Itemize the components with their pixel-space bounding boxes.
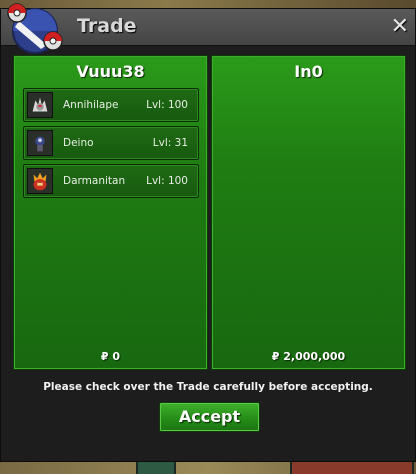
pokemon-slot-2[interactable]: Deino Lvl: 31: [23, 126, 199, 160]
trade-notice: Please check over the Trade carefully be…: [43, 381, 373, 393]
background-decoration: [290, 462, 414, 474]
pokemon-level: Lvl: 100: [146, 99, 188, 111]
window-title: Trade: [77, 15, 137, 37]
right-money: ₽ 2,000,000: [271, 350, 346, 363]
close-icon[interactable]: ✕: [391, 14, 409, 39]
accept-button[interactable]: Accept: [159, 402, 260, 432]
background-bottom: [0, 462, 416, 474]
left-money: ₽ 0: [100, 350, 121, 363]
pokemon-slot-3[interactable]: Darmanitan Lvl: 100: [23, 164, 199, 198]
darmanitan-icon: [27, 168, 53, 194]
background-decoration: [136, 462, 176, 474]
title-bar[interactable]: Trade ✕: [1, 3, 415, 54]
pokemon-level: Lvl: 100: [146, 175, 188, 187]
right-trade-panel: In0 ₽ 2,000,000: [211, 55, 406, 370]
pokemon-name: Deino: [63, 137, 94, 149]
pokemon-slot-1[interactable]: Annihilape Lvl: 100: [23, 88, 199, 122]
trade-window: Trade ✕ Vuuu38 Annihilape Lvl: 100 Deino: [0, 3, 416, 462]
deino-icon: [27, 130, 53, 156]
annihilape-icon: [27, 92, 53, 118]
right-player-name: In0: [294, 62, 323, 81]
left-trade-panel: Vuuu38 Annihilape Lvl: 100 Deino Lvl: 31: [13, 55, 208, 370]
pokeball-logo-icon: [7, 3, 63, 54]
pokemon-name: Annihilape: [63, 99, 119, 111]
left-player-name: Vuuu38: [76, 62, 145, 81]
pokemon-level: Lvl: 31: [152, 137, 188, 149]
pokemon-name: Darmanitan: [63, 175, 126, 187]
